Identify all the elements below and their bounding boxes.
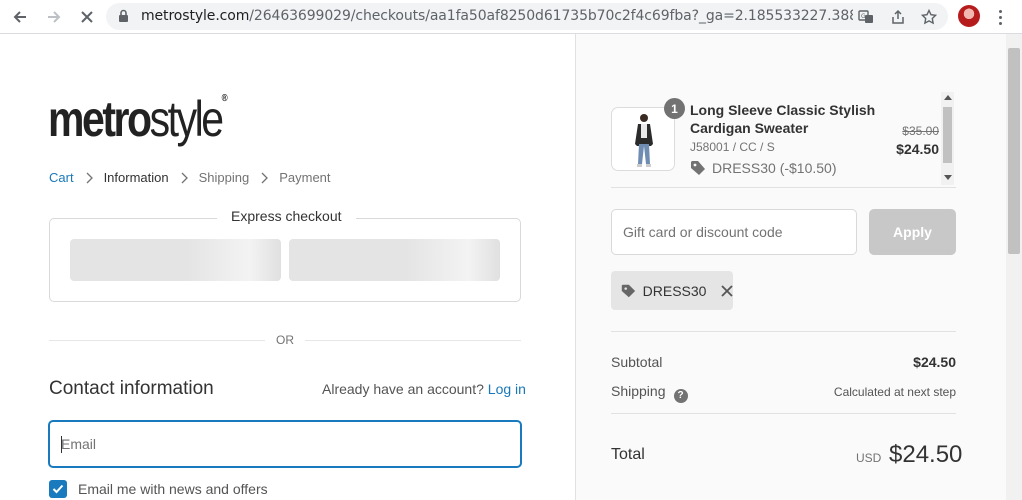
share-icon[interactable] <box>888 7 908 27</box>
chevron-right-icon <box>181 172 188 183</box>
store-logo[interactable]: metrostyle® <box>48 91 228 147</box>
account-prompt-text: Already have an account? <box>322 381 484 397</box>
tag-icon <box>621 284 636 297</box>
shipping-value: Calculated at next step <box>833 385 956 399</box>
email-field[interactable] <box>48 420 522 468</box>
apply-button[interactable]: Apply <box>869 209 956 255</box>
product-discount-text: DRESS30 (-$10.50) <box>712 160 837 176</box>
or-divider-left <box>49 340 265 341</box>
contact-information-heading: Contact information <box>49 378 214 399</box>
page-scrollbar-thumb[interactable] <box>1008 48 1020 254</box>
text-cursor <box>61 436 62 453</box>
shipping-row: Shipping? <box>611 383 688 403</box>
newsletter-label[interactable]: Email me with news and offers <box>78 481 268 497</box>
product-name: Long Sleeve Classic Stylish Cardigan Swe… <box>690 102 876 136</box>
stop-loading-icon[interactable] <box>75 5 99 29</box>
profile-avatar[interactable] <box>958 5 980 27</box>
tag-icon <box>691 161 705 175</box>
chevron-right-icon <box>86 172 93 183</box>
back-icon[interactable] <box>8 5 32 29</box>
scroll-down-arrow-icon[interactable] <box>944 175 952 180</box>
or-divider-text: OR <box>276 333 294 347</box>
product-thumbnail <box>611 107 675 171</box>
logo-light: style <box>149 91 224 147</box>
scroll-up-arrow-icon[interactable] <box>944 95 952 100</box>
breadcrumb: Cart Information Shipping Payment <box>49 170 331 185</box>
shipping-label: Shipping <box>611 383 666 399</box>
breadcrumb-information: Information <box>103 170 169 185</box>
divider <box>611 331 956 332</box>
quantity-badge: 1 <box>664 98 685 119</box>
help-question-icon[interactable]: ? <box>673 388 688 403</box>
chevron-right-icon <box>261 172 269 183</box>
product-variant: J58001 / CC / S <box>690 140 775 154</box>
svg-text:G: G <box>861 13 866 20</box>
logo-mark: ® <box>221 93 228 104</box>
url-path: /26463699029/checkouts/aa1fa50af8250d617… <box>249 8 853 24</box>
price-original: $35.00 <box>902 124 939 138</box>
forward-icon[interactable] <box>42 5 66 29</box>
discount-code-input[interactable] <box>611 209 857 255</box>
checkmark-icon <box>52 484 64 494</box>
lock-icon[interactable] <box>118 9 129 28</box>
product-discount: DRESS30 (-$10.50) <box>690 160 837 176</box>
translate-icon[interactable]: G <box>856 7 876 27</box>
url-text[interactable]: metrostyle.com/26463699029/checkouts/aa1… <box>141 8 853 24</box>
login-link[interactable]: Log in <box>488 381 526 397</box>
product-image <box>635 114 653 167</box>
browser-menu-icon[interactable] <box>992 5 1008 29</box>
applied-discount-tag: DRESS30 <box>611 271 733 310</box>
breadcrumb-cart[interactable]: Cart <box>49 170 74 185</box>
breadcrumb-shipping: Shipping <box>198 170 250 185</box>
url-host: metrostyle.com <box>141 8 250 24</box>
express-pay-button-1[interactable] <box>70 239 281 281</box>
address-bar[interactable]: metrostyle.com/26463699029/checkouts/aa1… <box>106 3 948 30</box>
subtotal-label: Subtotal <box>611 354 663 370</box>
total-value: $24.50 <box>889 441 963 468</box>
breadcrumb-payment: Payment <box>279 170 331 185</box>
account-prompt: Already have an account? Log in <box>322 381 526 397</box>
applied-discount-code: DRESS30 <box>642 282 707 299</box>
total-label: Total <box>611 446 645 463</box>
remove-discount-icon[interactable] <box>720 283 733 299</box>
total-currency: USD <box>856 451 882 465</box>
or-divider-right <box>305 340 521 341</box>
item-list-scrollbar-thumb[interactable] <box>943 107 952 163</box>
logo-bold: metro <box>48 91 152 147</box>
bookmark-star-icon[interactable] <box>919 7 939 27</box>
divider <box>611 413 956 414</box>
newsletter-checkbox[interactable] <box>49 480 67 498</box>
price-final: $24.50 <box>896 141 939 157</box>
divider <box>611 187 956 188</box>
browser-toolbar: metrostyle.com/26463699029/checkouts/aa1… <box>0 0 1022 34</box>
subtotal-value: $24.50 <box>913 354 956 370</box>
express-pay-button-2[interactable] <box>289 239 500 281</box>
express-checkout-title: Express checkout <box>217 208 356 224</box>
